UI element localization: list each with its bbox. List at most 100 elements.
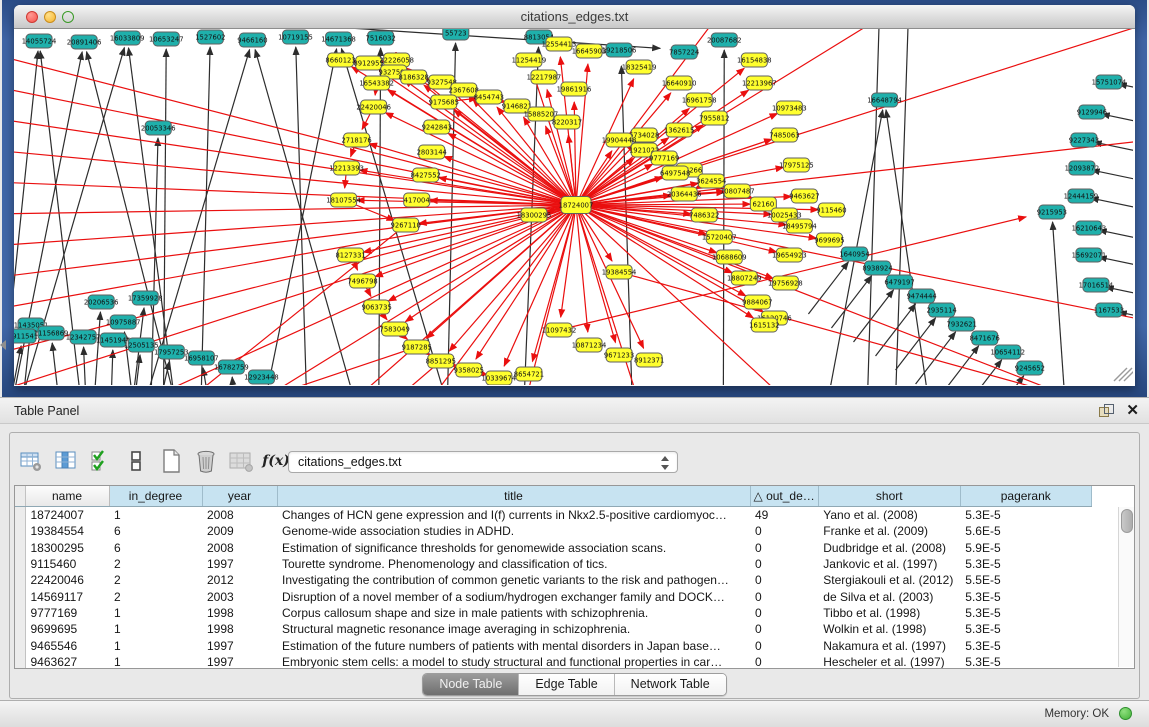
tab-edge-table[interactable]: Edge Table xyxy=(518,674,613,695)
table-cell[interactable]: 0 xyxy=(750,572,818,588)
table-cell[interactable]: 1 xyxy=(109,637,202,653)
table-cell[interactable]: Wolkin et al. (1998) xyxy=(818,621,960,637)
table-cell[interactable]: Genome-wide association studies in ADHD. xyxy=(277,523,750,539)
table-cell[interactable]: Tourette syndrome. Phenomenology and cla… xyxy=(277,556,750,572)
table-cell[interactable]: Nakamura et al. (1997) xyxy=(818,637,960,653)
table-cell[interactable]: 1997 xyxy=(202,556,277,572)
table-cell[interactable]: Estimation of significance thresholds fo… xyxy=(277,540,750,556)
table-cell[interactable]: 5.3E-5 xyxy=(960,654,1091,669)
column-header-out_de[interactable]: △ out_de… xyxy=(750,486,818,507)
table-source-select[interactable]: citations_edges.txt xyxy=(288,451,678,473)
table-cell[interactable]: Yano et al. (2008) xyxy=(818,507,960,524)
table-cell[interactable]: 5.3E-5 xyxy=(960,621,1091,637)
column-header-title[interactable]: title xyxy=(277,486,750,507)
table-row[interactable]: 911546021997Tourette syndrome. Phenomeno… xyxy=(15,556,1091,572)
table-cell[interactable]: 1998 xyxy=(202,621,277,637)
table-cell[interactable]: Jankovic et al. (1997) xyxy=(818,556,960,572)
table-cell[interactable]: 2 xyxy=(109,588,202,604)
table-row[interactable]: 946362711997Embryonic stem cells: a mode… xyxy=(15,654,1091,669)
table-cell[interactable]: 2 xyxy=(109,572,202,588)
table-cell[interactable]: Changes of HCN gene expression and I(f) … xyxy=(277,507,750,524)
table-cell[interactable]: 0 xyxy=(750,588,818,604)
column-header-name[interactable]: name xyxy=(25,486,109,507)
table-row[interactable]: 1872400712008Changes of HCN gene express… xyxy=(15,507,1091,524)
table-cell[interactable]: 14569117 xyxy=(25,588,109,604)
column-header-pagerank[interactable]: pagerank xyxy=(960,486,1091,507)
table-cell[interactable]: 1998 xyxy=(202,605,277,621)
table-cell[interactable]: 0 xyxy=(750,540,818,556)
table-cell[interactable]: 0 xyxy=(750,523,818,539)
table-cell[interactable]: 5.3E-5 xyxy=(960,507,1091,524)
table-cell[interactable]: Corpus callosum shape and size in male p… xyxy=(277,605,750,621)
table-row[interactable]: 2242004622012Investigating the contribut… xyxy=(15,572,1091,588)
table-row[interactable]: 1938455462009Genome-wide association stu… xyxy=(15,523,1091,539)
table-cell[interactable]: 5.5E-5 xyxy=(960,572,1091,588)
table-cell[interactable]: 9777169 xyxy=(25,605,109,621)
table-cell[interactable]: Embryonic stem cells: a model to study s… xyxy=(277,654,750,669)
table-cell[interactable]: 0 xyxy=(750,621,818,637)
table-cell[interactable]: 1 xyxy=(109,605,202,621)
table-cell[interactable]: 1 xyxy=(109,507,202,524)
delete-column-button[interactable] xyxy=(193,448,219,474)
table-cell[interactable]: 22420046 xyxy=(25,572,109,588)
row-height-button[interactable] xyxy=(123,448,149,474)
table-cell[interactable]: 0 xyxy=(750,605,818,621)
table-cell[interactable]: 18724007 xyxy=(25,507,109,524)
table-cell[interactable]: 1 xyxy=(109,621,202,637)
table-cell[interactable]: 6 xyxy=(109,523,202,539)
table-cell[interactable]: 2 xyxy=(109,556,202,572)
function-builder-button[interactable]: f(x) xyxy=(263,448,289,474)
table-cell[interactable]: 1997 xyxy=(202,637,277,653)
close-panel-icon[interactable]: ✕ xyxy=(1126,401,1139,419)
panel-collapse-arrow[interactable] xyxy=(0,340,6,350)
table-cell[interactable]: Tibbo et al. (1998) xyxy=(818,605,960,621)
table-cell[interactable]: Structural magnetic resonance image aver… xyxy=(277,621,750,637)
table-settings-button[interactable] xyxy=(18,448,44,474)
table-cell[interactable]: Estimation of the future numbers of pati… xyxy=(277,637,750,653)
table-cell[interactable]: Hescheler et al. (1997) xyxy=(818,654,960,669)
table-cell[interactable]: de Silva et al. (2003) xyxy=(818,588,960,604)
memory-status-indicator[interactable] xyxy=(1119,707,1132,720)
float-window-icon[interactable] xyxy=(1099,404,1113,418)
table-row[interactable]: 977716911998Corpus callosum shape and si… xyxy=(15,605,1091,621)
table-cell[interactable]: Disruption of a novel member of a sodium… xyxy=(277,588,750,604)
table-row[interactable]: 1830029562008Estimation of significance … xyxy=(15,540,1091,556)
table-cell[interactable]: 49 xyxy=(750,507,818,524)
table-cell[interactable]: 5.3E-5 xyxy=(960,588,1091,604)
table-cell[interactable]: 2009 xyxy=(202,523,277,539)
table-cell[interactable]: 1 xyxy=(109,654,202,669)
table-cell[interactable]: 5.3E-5 xyxy=(960,556,1091,572)
table-cell[interactable]: Dudbridge et al. (2008) xyxy=(818,540,960,556)
table-cell[interactable]: 5.6E-5 xyxy=(960,523,1091,539)
network-canvas[interactable]: 1405572420891406160338091065324715276029… xyxy=(14,29,1133,385)
table-cell[interactable]: 9463627 xyxy=(25,654,109,669)
column-header-in_degree[interactable]: in_degree xyxy=(109,486,202,507)
table-cell[interactable]: 5.9E-5 xyxy=(960,540,1091,556)
table-cell[interactable]: 0 xyxy=(750,654,818,669)
table-cell[interactable]: 5.3E-5 xyxy=(960,605,1091,621)
table-cell[interactable]: 5.3E-5 xyxy=(960,637,1091,653)
table-cell[interactable]: 6 xyxy=(109,540,202,556)
table-cell[interactable]: 9699695 xyxy=(25,621,109,637)
table-cell[interactable]: 0 xyxy=(750,637,818,653)
table-cell[interactable]: 0 xyxy=(750,556,818,572)
table-cell[interactable]: 19384554 xyxy=(25,523,109,539)
table-row[interactable]: 969969511998Structural magnetic resonanc… xyxy=(15,621,1091,637)
table-scrollbar[interactable] xyxy=(1118,507,1134,667)
table-cell[interactable]: 2003 xyxy=(202,588,277,604)
selection-mode-button[interactable] xyxy=(88,448,114,474)
table-cell[interactable]: 18300295 xyxy=(25,540,109,556)
table-cell[interactable]: 2008 xyxy=(202,507,277,524)
column-header-short[interactable]: short xyxy=(818,486,960,507)
tab-node-table[interactable]: Node Table xyxy=(423,674,518,695)
table-cell[interactable]: 1997 xyxy=(202,654,277,669)
table-cell[interactable]: 2008 xyxy=(202,540,277,556)
table-cell[interactable]: 9115460 xyxy=(25,556,109,572)
column-header-year[interactable]: year xyxy=(202,486,277,507)
table-cell[interactable]: Investigating the contribution of common… xyxy=(277,572,750,588)
table-cell[interactable]: Franke et al. (2009) xyxy=(818,523,960,539)
table-cell[interactable]: 9465546 xyxy=(25,637,109,653)
scrollbar-thumb[interactable] xyxy=(1121,509,1133,533)
show-columns-button[interactable] xyxy=(53,448,79,474)
table-row[interactable]: 946554611997Estimation of the future num… xyxy=(15,637,1091,653)
